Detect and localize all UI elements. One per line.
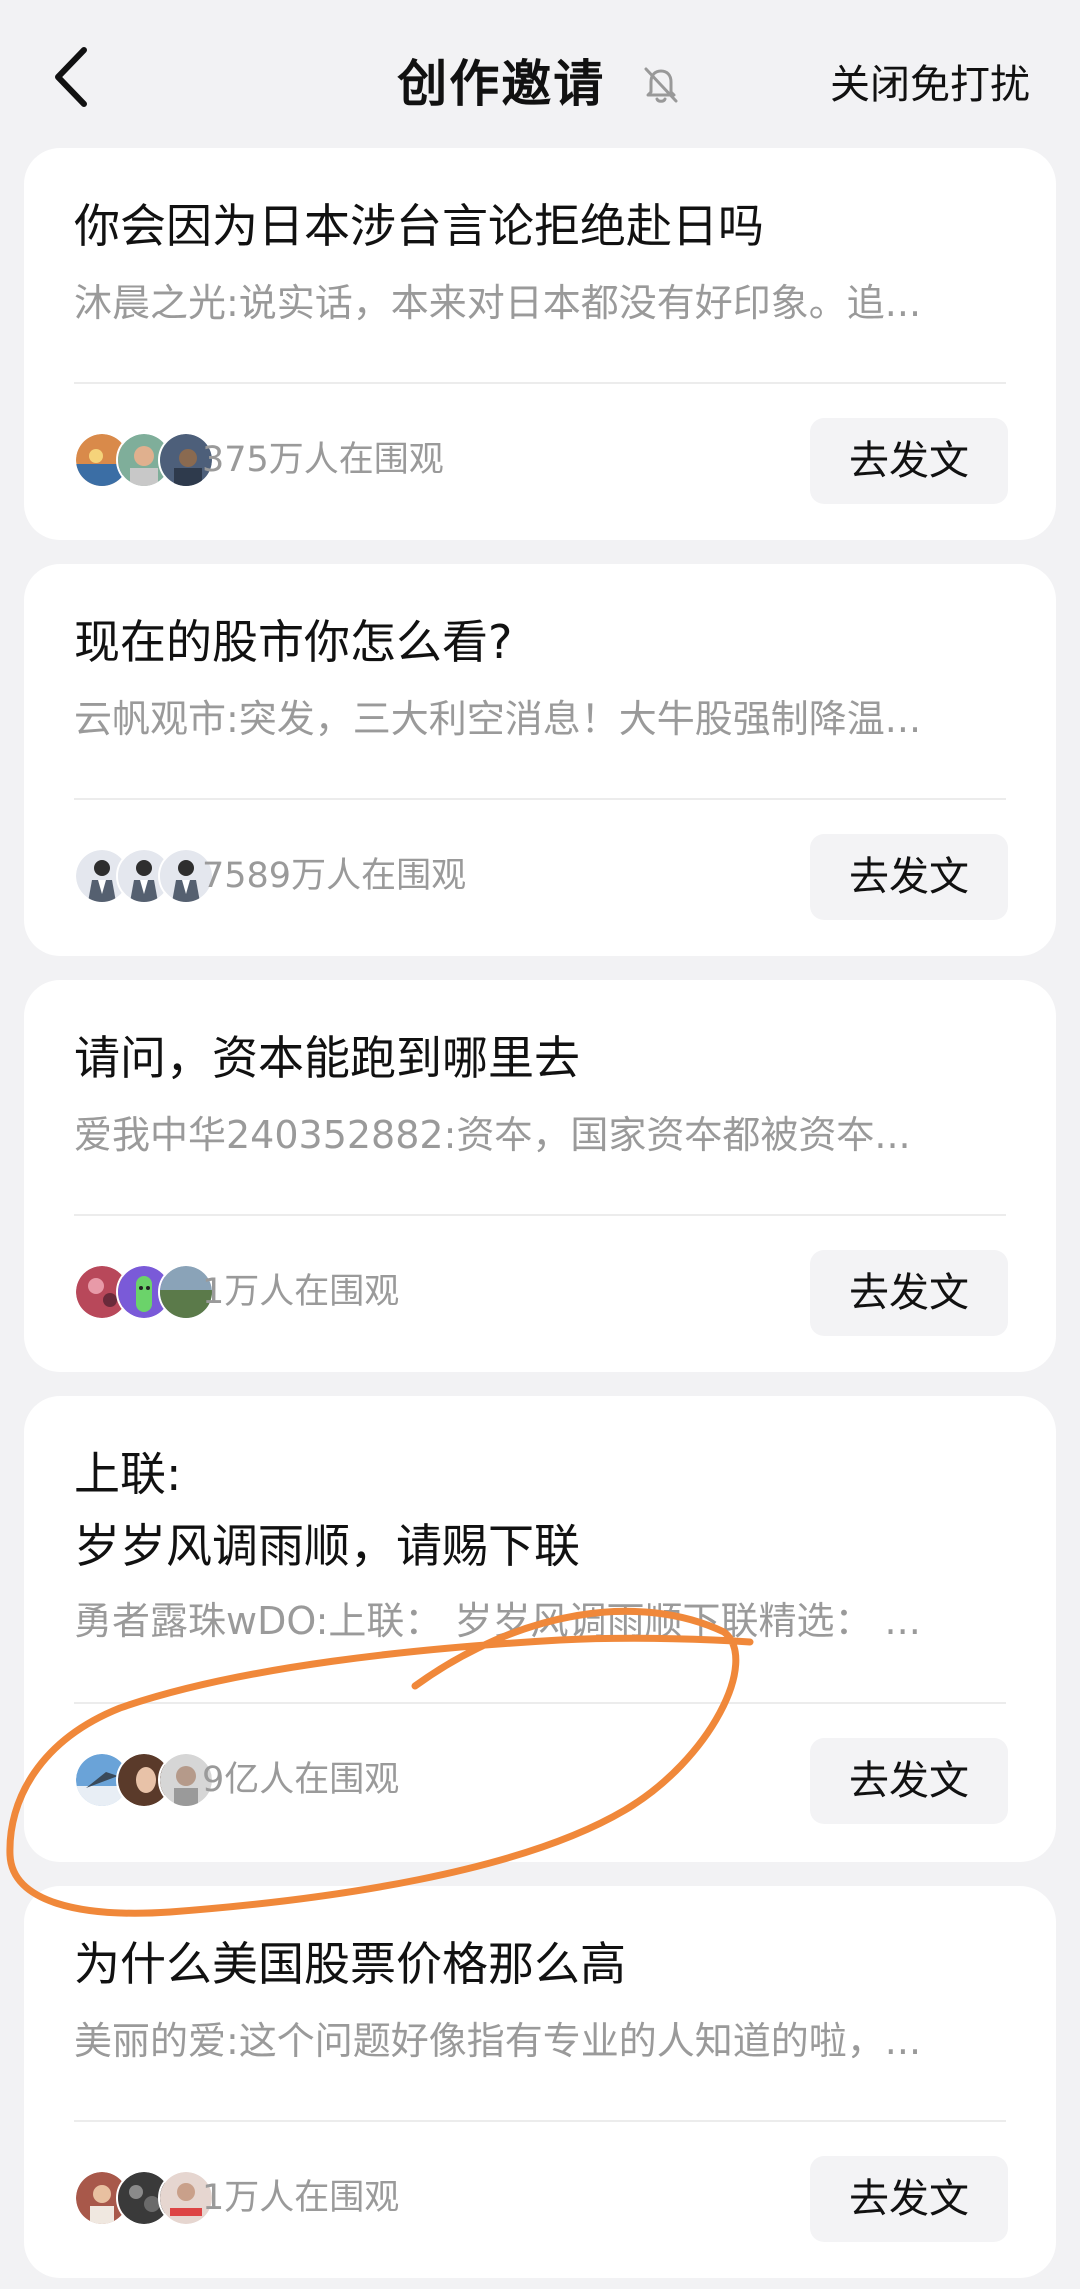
- card-snippet[interactable]: 爱我中华240352882:资夲，国家资夲都被资夲...: [74, 1110, 1004, 1160]
- watch-count: 9亿人在围观: [202, 1760, 400, 1800]
- card-divider: [74, 1214, 1006, 1216]
- invitation-card[interactable]: 你会因为日本涉台言论拒绝赴日吗 沐晨之光:说实话，本来对日本都没有好印象。追..…: [24, 148, 1056, 540]
- post-article-button[interactable]: 去发文: [810, 418, 1008, 504]
- invitation-card[interactable]: 现在的股市你怎么看? 云帆观市:突发，三大利空消息！大牛股强制降温... 758…: [24, 564, 1056, 956]
- card-snippet[interactable]: 勇者露珠wDO:上联： 岁岁风调雨顺下联精选： ...: [74, 1596, 1004, 1646]
- card-divider: [74, 2120, 1006, 2122]
- watch-count: 1万人在围观: [202, 1272, 400, 1312]
- post-article-button[interactable]: 去发文: [810, 1738, 1008, 1824]
- post-article-button[interactable]: 去发文: [810, 834, 1008, 920]
- card-snippet[interactable]: 云帆观市:突发，三大利空消息！大牛股强制降温...: [74, 694, 1004, 744]
- card-divider: [74, 382, 1006, 384]
- card-title[interactable]: 你会因为日本涉台言论拒绝赴日吗: [74, 190, 1006, 262]
- watch-count: 375万人在围观: [202, 440, 444, 480]
- card-snippet[interactable]: 沐晨之光:说实话，本来对日本都没有好印象。追...: [74, 278, 1004, 328]
- card-divider: [74, 1702, 1006, 1704]
- card-title[interactable]: 为什么美国股票价格那么高: [74, 1928, 1006, 2000]
- watch-count: 7589万人在围观: [202, 856, 467, 896]
- close-do-not-disturb-button[interactable]: 关闭免打扰: [830, 52, 1030, 110]
- card-snippet[interactable]: 美丽的爱:这个问题好像指有专业的人知道的啦，...: [74, 2016, 1004, 2066]
- invitation-card[interactable]: 为什么美国股票价格那么高 美丽的爱:这个问题好像指有专业的人知道的啦，... 1…: [24, 1886, 1056, 2278]
- card-title[interactable]: 现在的股市你怎么看?: [74, 606, 1006, 678]
- post-article-button[interactable]: 去发文: [810, 1250, 1008, 1336]
- card-title[interactable]: 上联: 岁岁风调雨顺，请赐下联: [74, 1438, 1006, 1582]
- page-title-text: 创作邀请: [397, 55, 606, 113]
- card-divider: [74, 798, 1006, 800]
- watch-count: 1万人在围观: [202, 2178, 400, 2218]
- bell-muted-icon: [639, 60, 683, 104]
- card-title[interactable]: 请问，资本能跑到哪里去: [74, 1022, 1006, 1094]
- top-bar: 创作邀请 关闭免打扰: [0, 0, 1080, 148]
- post-article-button[interactable]: 去发文: [810, 2156, 1008, 2242]
- invitation-card[interactable]: 上联: 岁岁风调雨顺，请赐下联 勇者露珠wDO:上联： 岁岁风调雨顺下联精选： …: [24, 1396, 1056, 1862]
- invitation-card[interactable]: 请问，资本能跑到哪里去 爱我中华240352882:资夲，国家资夲都被资夲...…: [24, 980, 1056, 1372]
